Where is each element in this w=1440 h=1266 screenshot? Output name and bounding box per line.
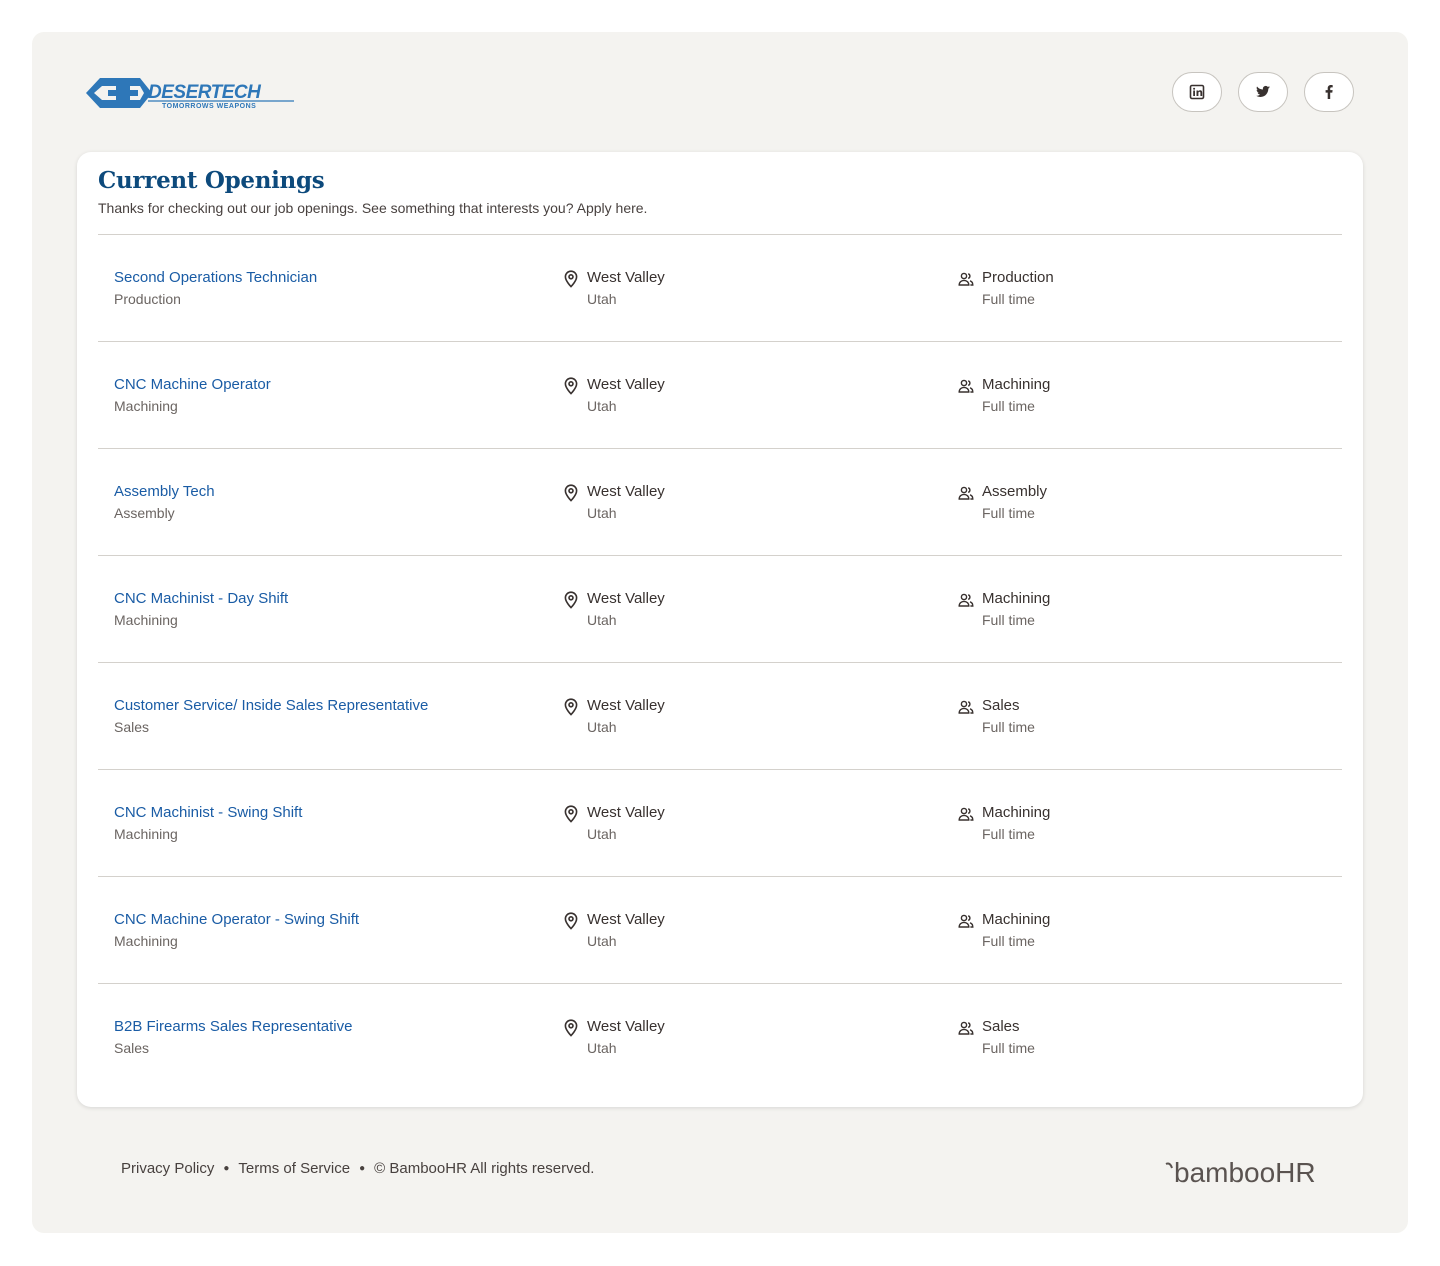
- separator-dot: ●: [359, 1163, 366, 1174]
- linkedin-button[interactable]: [1172, 72, 1222, 112]
- location-pin-icon: [564, 1019, 578, 1037]
- job-type: Full time: [982, 505, 1035, 521]
- job-state: Utah: [587, 612, 617, 628]
- copyright-text: © BambooHR All rights reserved.: [374, 1160, 595, 1177]
- people-icon: [958, 1021, 974, 1035]
- location-pin-icon: [564, 805, 578, 823]
- job-type: Full time: [982, 291, 1035, 307]
- job-row: CNC Machine Operator - Swing Shift Machi…: [98, 876, 1342, 983]
- job-team: Production: [982, 269, 1054, 286]
- job-title-link[interactable]: CNC Machine Operator - Swing Shift: [114, 911, 359, 928]
- job-team: Sales: [982, 1018, 1020, 1035]
- job-city: West Valley: [587, 269, 665, 286]
- twitter-button[interactable]: [1238, 72, 1288, 112]
- job-type: Full time: [982, 398, 1035, 414]
- job-title-link[interactable]: CNC Machine Operator: [114, 376, 271, 393]
- job-row: CNC Machine Operator Machining West Vall…: [98, 341, 1342, 448]
- location-pin-icon: [564, 484, 578, 502]
- terms-of-service-link[interactable]: Terms of Service: [238, 1160, 350, 1177]
- location-pin-icon: [564, 591, 578, 609]
- people-icon: [958, 807, 974, 821]
- job-department: Assembly: [114, 505, 175, 521]
- job-department: Machining: [114, 398, 178, 414]
- people-icon: [958, 593, 974, 607]
- location-pin-icon: [564, 270, 578, 288]
- location-pin-icon: [564, 698, 578, 716]
- job-state: Utah: [587, 1040, 617, 1056]
- job-department: Machining: [114, 933, 178, 949]
- job-city: West Valley: [587, 697, 665, 714]
- desertech-logo[interactable]: DESERTECH TOMORROWS WEAPONS: [82, 74, 302, 112]
- job-department: Machining: [114, 612, 178, 628]
- job-city: West Valley: [587, 590, 665, 607]
- footer: Privacy Policy ● Terms of Service ● © Ba…: [121, 1160, 594, 1177]
- privacy-policy-link[interactable]: Privacy Policy: [121, 1160, 214, 1177]
- page-title: Current Openings: [98, 167, 325, 194]
- job-type: Full time: [982, 612, 1035, 628]
- job-row: CNC Machinist - Day Shift Machining West…: [98, 555, 1342, 662]
- people-icon: [958, 486, 974, 500]
- job-city: West Valley: [587, 483, 665, 500]
- facebook-button[interactable]: [1304, 72, 1354, 112]
- job-city: West Valley: [587, 376, 665, 393]
- job-title-link[interactable]: B2B Firearms Sales Representative: [114, 1018, 352, 1035]
- svg-text:DESERTECH: DESERTECH: [148, 82, 262, 103]
- job-list: Second Operations Technician Production …: [98, 234, 1342, 1090]
- job-row: B2B Firearms Sales Representative Sales …: [98, 983, 1342, 1090]
- job-team: Machining: [982, 590, 1051, 607]
- job-row: Assembly Tech Assembly West Valley Utah …: [98, 448, 1342, 555]
- job-department: Machining: [114, 826, 178, 842]
- job-team: Assembly: [982, 483, 1048, 500]
- location-pin-icon: [564, 912, 578, 930]
- job-state: Utah: [587, 719, 617, 735]
- people-icon: [958, 272, 974, 286]
- separator-dot: ●: [223, 1163, 230, 1174]
- linkedin-icon: [1189, 84, 1205, 100]
- job-city: West Valley: [587, 911, 665, 928]
- job-title-link[interactable]: Assembly Tech: [114, 483, 215, 500]
- job-team: Machining: [982, 376, 1051, 393]
- job-type: Full time: [982, 1040, 1035, 1056]
- job-row: CNC Machinist - Swing Shift Machining We…: [98, 769, 1342, 876]
- job-team: Machining: [982, 911, 1051, 928]
- job-type: Full time: [982, 933, 1035, 949]
- job-department: Production: [114, 291, 181, 307]
- people-icon: [958, 379, 974, 393]
- job-department: Sales: [114, 719, 150, 735]
- svg-text:TOMORROWS WEAPONS: TOMORROWS WEAPONS: [162, 103, 256, 110]
- job-state: Utah: [587, 505, 617, 521]
- job-row: Second Operations Technician Production …: [98, 234, 1342, 341]
- facebook-icon: [1325, 85, 1333, 99]
- location-pin-icon: [564, 377, 578, 395]
- job-type: Full time: [982, 719, 1035, 735]
- job-team: Sales: [982, 697, 1020, 714]
- svg-text:bambooHR: bambooHR: [1174, 1157, 1316, 1188]
- page-subtitle: Thanks for checking out our job openings…: [98, 200, 648, 216]
- bamboohr-logo[interactable]: bambooHR: [1162, 1152, 1322, 1192]
- job-state: Utah: [587, 933, 617, 949]
- job-state: Utah: [587, 291, 617, 307]
- job-state: Utah: [587, 826, 617, 842]
- twitter-icon: [1256, 85, 1270, 98]
- job-title-link[interactable]: Customer Service/ Inside Sales Represent…: [114, 697, 428, 714]
- job-city: West Valley: [587, 1018, 665, 1035]
- job-city: West Valley: [587, 804, 665, 821]
- job-title-link[interactable]: CNC Machinist - Swing Shift: [114, 804, 302, 821]
- job-title-link[interactable]: CNC Machinist - Day Shift: [114, 590, 288, 607]
- job-state: Utah: [587, 398, 617, 414]
- people-icon: [958, 914, 974, 928]
- job-row: Customer Service/ Inside Sales Represent…: [98, 662, 1342, 769]
- job-title-link[interactable]: Second Operations Technician: [114, 269, 317, 286]
- job-team: Machining: [982, 804, 1051, 821]
- job-type: Full time: [982, 826, 1035, 842]
- page-frame: DESERTECH TOMORROWS WEAPONS Current Open…: [32, 32, 1408, 1233]
- job-department: Sales: [114, 1040, 150, 1056]
- openings-card: Current Openings Thanks for checking out…: [77, 152, 1363, 1107]
- people-icon: [958, 700, 974, 714]
